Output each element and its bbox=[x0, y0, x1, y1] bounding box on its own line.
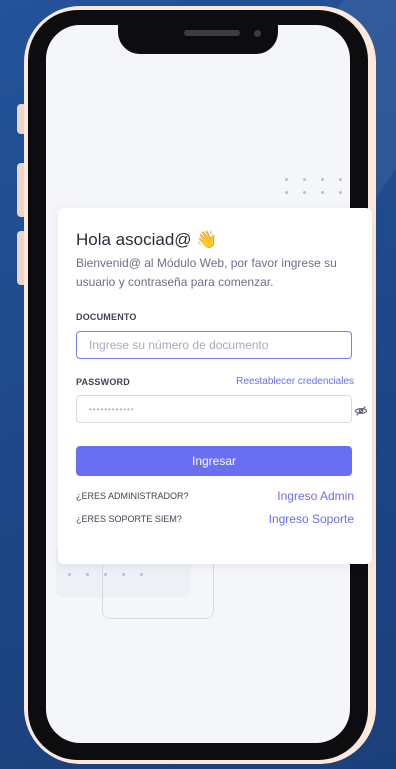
reset-credentials-link[interactable]: Reestablecer credenciales bbox=[236, 376, 354, 387]
document-label: DOCUMENTO bbox=[76, 312, 137, 322]
login-card: Hola asociad@ 👋 Bienvenid@ al Módulo Web… bbox=[58, 208, 372, 564]
submit-button[interactable]: Ingresar bbox=[76, 446, 352, 476]
speaker-icon bbox=[184, 30, 240, 36]
document-input[interactable] bbox=[76, 331, 352, 359]
password-label: PASSWORD bbox=[76, 377, 130, 387]
greeting-text: Hola asociad@ bbox=[76, 230, 192, 249]
decor-dots bbox=[68, 573, 143, 576]
eye-slash-icon[interactable] bbox=[354, 404, 368, 418]
admin-question: ¿ERES ADMINISTRADOR? bbox=[76, 491, 189, 501]
password-field[interactable]: •••••••••••• bbox=[76, 395, 352, 423]
greeting-heading: Hola asociad@ 👋 bbox=[76, 230, 217, 250]
submit-label: Ingresar bbox=[191, 454, 237, 468]
password-value: •••••••••••• bbox=[89, 404, 135, 414]
welcome-text: Bienvenid@ al Módulo Web, por favor ingr… bbox=[76, 256, 337, 289]
wave-icon: 👋 bbox=[196, 230, 218, 249]
support-login-link[interactable]: Ingreso Soporte bbox=[269, 512, 354, 526]
support-question: ¿ERES SOPORTE SIEM? bbox=[76, 514, 182, 524]
phone-notch bbox=[118, 18, 278, 54]
admin-login-link[interactable]: Ingreso Admin bbox=[277, 489, 354, 503]
camera-icon bbox=[254, 30, 261, 37]
decor-dots bbox=[285, 178, 342, 194]
